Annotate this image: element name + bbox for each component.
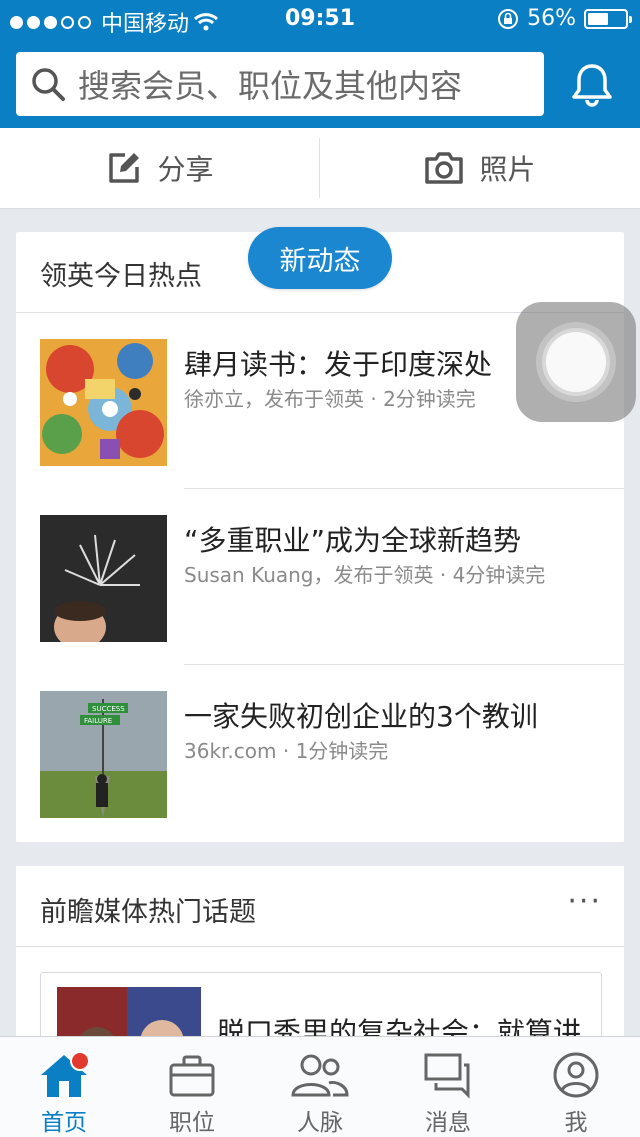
bottom-tab-bar: 首页 职位 人脉 消息 我 xyxy=(0,1036,640,1137)
article-meta: 徐亦立，发布于领英 · 2分钟读完 xyxy=(184,387,476,411)
status-right: 56% xyxy=(497,6,632,31)
share-bar: 分享 照片 xyxy=(0,128,640,209)
signpost-failure-text: FAILURE xyxy=(84,717,112,725)
tab-jobs[interactable]: 职位 xyxy=(128,1037,256,1137)
article-thumbnail: SUCCESS FAILURE xyxy=(40,691,167,818)
chat-icon xyxy=(424,1053,470,1099)
tab-messages[interactable]: 消息 xyxy=(384,1037,512,1137)
share-button[interactable]: 分享 xyxy=(0,128,319,208)
tab-label: 职位 xyxy=(169,1110,215,1136)
tab-network[interactable]: 人脉 xyxy=(256,1037,384,1137)
signpost-success-text: SUCCESS xyxy=(92,705,125,713)
photo-button[interactable]: 照片 xyxy=(320,128,639,208)
article-item[interactable]: “多重职业”成为全球新趋势 Susan Kuang，发布于领英 · 4分钟读完 xyxy=(40,489,624,665)
search-bar[interactable]: 搜索会员、职位及其他内容 xyxy=(16,52,544,116)
tab-home[interactable]: 首页 xyxy=(0,1037,128,1137)
status-bar: 中国移动 09:51 56% xyxy=(0,0,640,40)
assistive-touch-button[interactable] xyxy=(516,302,636,422)
notification-badge xyxy=(70,1051,90,1071)
app-header: 中国移动 09:51 56% 搜索会员、职位及其他内容 xyxy=(0,0,640,128)
tab-label: 人脉 xyxy=(297,1110,343,1136)
tab-label: 消息 xyxy=(425,1110,471,1136)
tab-label: 我 xyxy=(564,1110,588,1136)
search-placeholder: 搜索会员、职位及其他内容 xyxy=(78,67,463,105)
notification-bell-icon[interactable] xyxy=(568,62,616,108)
article-item[interactable]: SUCCESS FAILURE 一家失败初创企业的3个教训 36kr.com ·… xyxy=(40,665,624,841)
article-title: 一家失败初创企业的3个教训 xyxy=(184,700,538,733)
search-icon xyxy=(32,68,65,101)
article-thumbnail xyxy=(40,339,167,466)
tab-me[interactable]: 我 xyxy=(512,1037,640,1137)
article-title: “多重职业”成为全球新趋势 xyxy=(184,524,522,557)
new-updates-button[interactable]: 新动态 xyxy=(248,227,392,289)
people-icon xyxy=(291,1054,349,1097)
photo-label: 照片 xyxy=(479,153,536,186)
battery-percent: 56% xyxy=(527,6,576,31)
card-divider xyxy=(16,946,624,947)
article-title: 肆月读书：发于印度深处 xyxy=(184,348,493,381)
battery-icon xyxy=(584,8,632,29)
media-topics-title: 前瞻媒体热门话题 xyxy=(40,897,256,928)
article-thumbnail xyxy=(40,515,167,642)
article-meta: Susan Kuang，发布于领英 · 4分钟读完 xyxy=(184,563,546,587)
more-options-icon[interactable]: ··· xyxy=(567,884,602,919)
briefcase-icon xyxy=(169,1055,215,1097)
article-meta: 36kr.com · 1分钟读完 xyxy=(184,739,389,763)
edit-icon xyxy=(109,153,140,183)
trending-title: 领英今日热点 xyxy=(40,261,202,292)
share-label: 分享 xyxy=(157,153,214,186)
profile-icon xyxy=(553,1052,599,1098)
camera-icon xyxy=(425,152,464,184)
tab-label: 首页 xyxy=(41,1110,87,1136)
rotation-lock-icon xyxy=(498,8,519,29)
